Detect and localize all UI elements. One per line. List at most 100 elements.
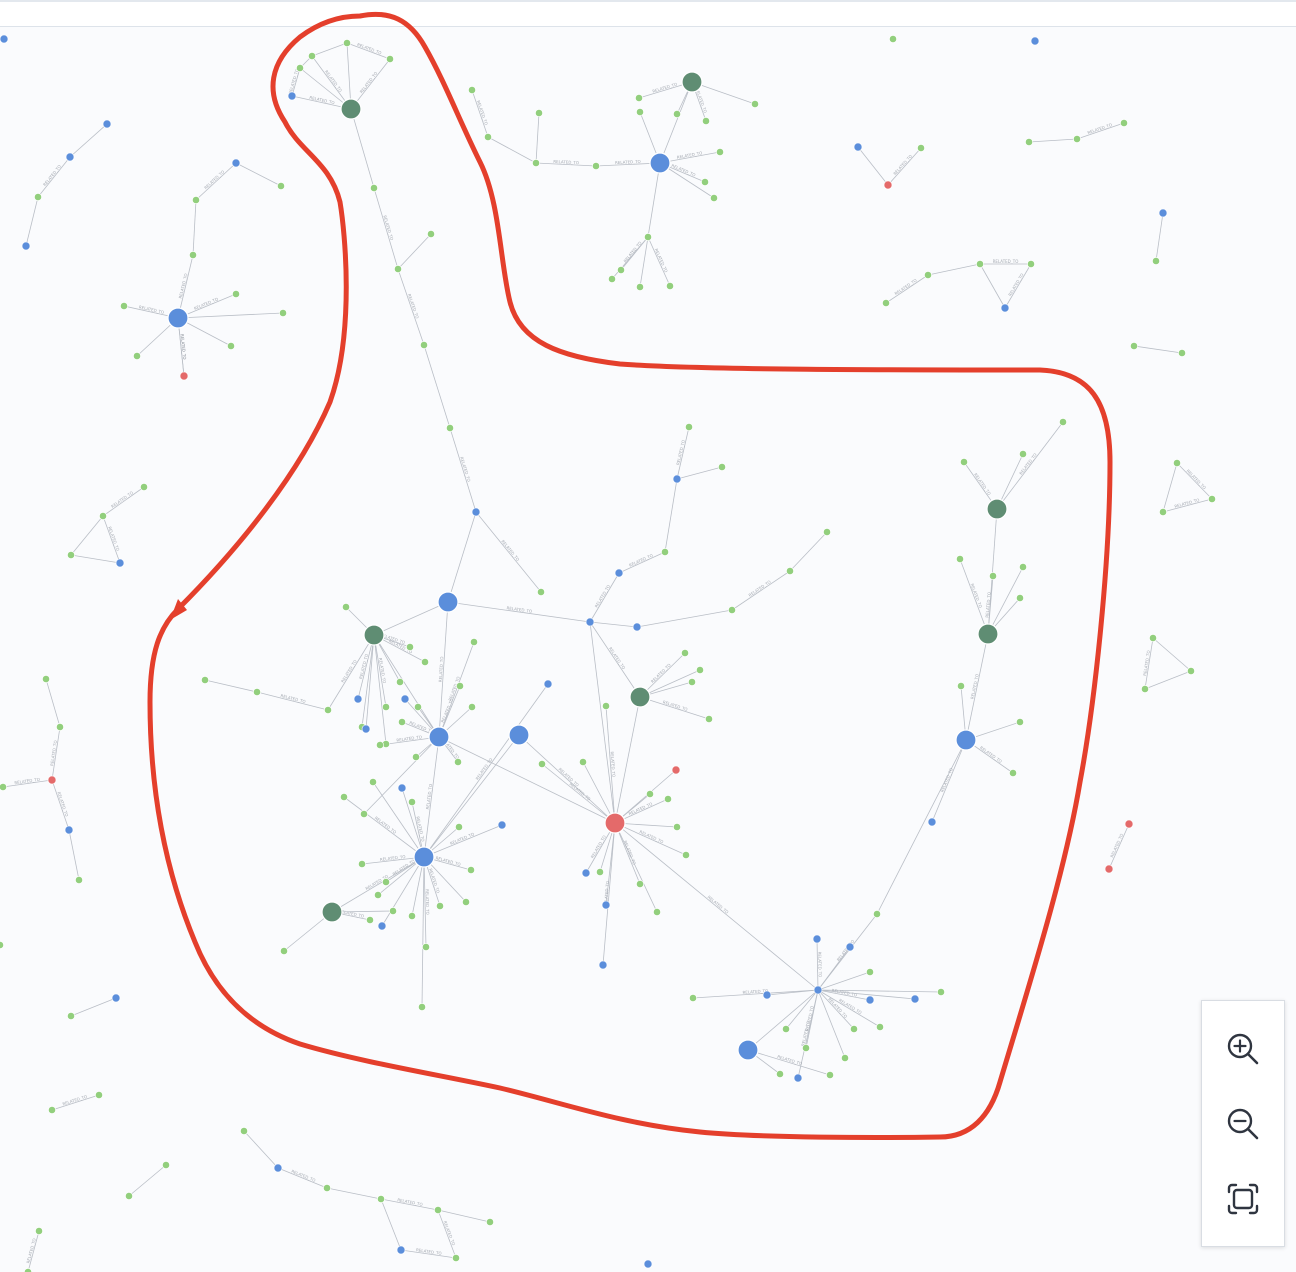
graph-node[interactable]	[382, 878, 390, 886]
graph-node[interactable]	[751, 100, 759, 108]
graph-node[interactable]	[422, 943, 430, 951]
graph-node[interactable]	[601, 900, 611, 910]
graph-node[interactable]	[823, 528, 831, 536]
graph-node[interactable]	[360, 810, 368, 818]
graph-node[interactable]	[374, 891, 382, 899]
graph-node[interactable]	[688, 678, 696, 686]
graph-node[interactable]	[1019, 563, 1027, 571]
graph-node-large[interactable]	[649, 152, 671, 174]
graph-node[interactable]	[876, 1023, 884, 1031]
graph-node[interactable]	[120, 302, 128, 310]
graph-node[interactable]	[957, 682, 965, 690]
graph-node[interactable]	[1104, 864, 1114, 874]
graph-node[interactable]	[0, 783, 7, 791]
graph-node[interactable]	[782, 1025, 790, 1033]
graph-node[interactable]	[162, 1161, 170, 1169]
graph-node[interactable]	[716, 148, 724, 156]
graph-node-large[interactable]	[604, 812, 626, 834]
graph-node[interactable]	[65, 152, 75, 162]
graph-node[interactable]	[434, 1206, 442, 1214]
zoom-in-button[interactable]: Zoom in	[1221, 1027, 1265, 1071]
graph-node[interactable]	[636, 283, 644, 291]
graph-node[interactable]	[882, 299, 890, 307]
graph-node[interactable]	[56, 723, 64, 731]
graph-node[interactable]	[353, 694, 363, 704]
graph-node[interactable]	[813, 985, 823, 995]
graph-node[interactable]	[1019, 450, 1027, 458]
graph-node[interactable]	[296, 64, 304, 72]
graph-node[interactable]	[497, 820, 507, 830]
graph-node[interactable]	[468, 86, 476, 94]
graph-node[interactable]	[95, 1091, 103, 1099]
graph-node[interactable]	[67, 1012, 75, 1020]
graph-node[interactable]	[0, 34, 9, 44]
graph-node[interactable]	[232, 290, 240, 298]
graph-node[interactable]	[366, 916, 374, 924]
graph-node[interactable]	[376, 741, 384, 749]
graph-node[interactable]	[125, 1192, 133, 1200]
graph-node[interactable]	[671, 765, 681, 775]
graph-node[interactable]	[1059, 418, 1067, 426]
graph-node[interactable]	[1187, 667, 1195, 675]
graph-node[interactable]	[702, 117, 710, 125]
graph-node[interactable]	[394, 265, 402, 273]
graph-node[interactable]	[111, 993, 121, 1003]
graph-node[interactable]	[786, 567, 794, 575]
graph-node[interactable]	[666, 282, 674, 290]
graph-node[interactable]	[377, 1195, 385, 1203]
graph-node[interactable]	[253, 688, 261, 696]
graph-node[interactable]	[1130, 342, 1138, 350]
graph-node[interactable]	[420, 341, 428, 349]
graph-node[interactable]	[644, 233, 652, 241]
graph-node-large[interactable]	[986, 498, 1008, 520]
graph-node-large[interactable]	[437, 591, 459, 613]
graph-node[interactable]	[802, 1044, 810, 1052]
graph-node-large[interactable]	[737, 1039, 759, 1061]
graph-node[interactable]	[467, 866, 475, 874]
graph-node[interactable]	[227, 342, 235, 350]
graph-node[interactable]	[455, 823, 463, 831]
graph-node[interactable]	[342, 603, 350, 611]
graph-node[interactable]	[21, 241, 31, 251]
graph-node[interactable]	[468, 703, 476, 711]
graph-node[interactable]	[873, 910, 881, 918]
graph-node[interactable]	[937, 988, 945, 996]
graph-node[interactable]	[646, 790, 654, 798]
graph-node[interactable]	[35, 1227, 43, 1235]
graph-node[interactable]	[608, 275, 616, 283]
graph-node[interactable]	[397, 783, 407, 793]
graph-node[interactable]	[617, 266, 625, 274]
graph-node[interactable]	[1173, 459, 1181, 467]
graph-node[interactable]	[643, 1259, 653, 1269]
graph-node-large[interactable]	[629, 686, 651, 708]
graph-node-large[interactable]	[508, 724, 530, 746]
graph-node[interactable]	[446, 424, 454, 432]
graph-node[interactable]	[850, 1025, 858, 1033]
graph-node[interactable]	[673, 823, 681, 831]
graph-node[interactable]	[386, 55, 394, 63]
graph-node[interactable]	[1025, 138, 1033, 146]
graph-node[interactable]	[793, 1073, 803, 1083]
graph-node[interactable]	[24, 1268, 32, 1272]
graph-node[interactable]	[592, 162, 600, 170]
graph-node[interactable]	[369, 778, 377, 786]
graph-node[interactable]	[705, 715, 713, 723]
graph-node[interactable]	[841, 1054, 849, 1062]
graph-node[interactable]	[1009, 769, 1017, 777]
graph-node[interactable]	[358, 860, 366, 868]
graph-node[interactable]	[976, 260, 984, 268]
graph-node[interactable]	[696, 666, 704, 674]
graph-node[interactable]	[598, 960, 608, 970]
fit-screen-button[interactable]: Fit to screen	[1221, 1177, 1265, 1221]
graph-node[interactable]	[865, 995, 875, 1005]
graph-node[interactable]	[866, 968, 874, 976]
graph-node[interactable]	[377, 921, 387, 931]
graph-node[interactable]	[240, 1127, 248, 1135]
graph-node[interactable]	[436, 902, 444, 910]
graph-node[interactable]	[543, 679, 553, 689]
graph-node[interactable]	[1141, 685, 1149, 693]
graph-node[interactable]	[48, 1106, 56, 1114]
graph-node[interactable]	[579, 758, 587, 766]
graph-node[interactable]	[614, 568, 624, 578]
graph-node[interactable]	[471, 507, 481, 517]
